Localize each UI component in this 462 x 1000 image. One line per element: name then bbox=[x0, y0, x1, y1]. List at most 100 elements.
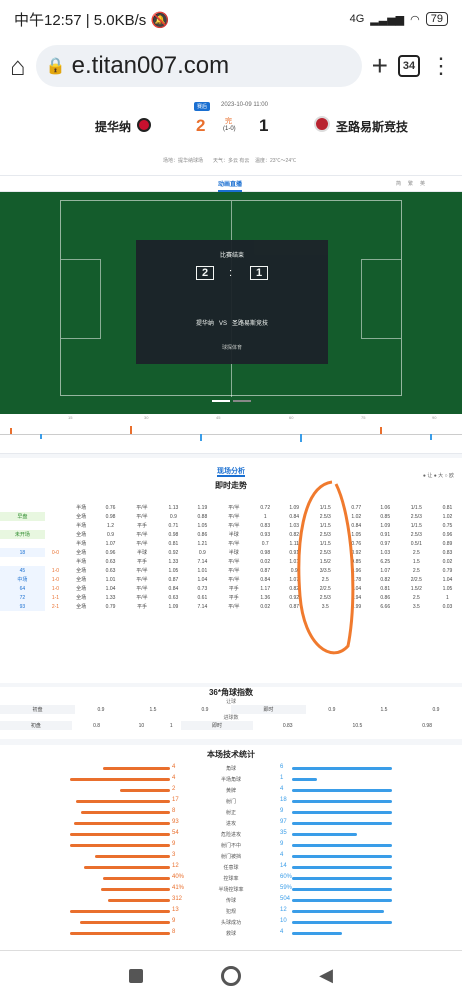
trend-cell bbox=[45, 539, 67, 548]
trend-row: 93 2-1 全场 0.79 平手 1.09 7.14 平/半 0.02 0.87 3.5 0.99 6… bbox=[0, 602, 462, 611]
corner-cell: 0.9 bbox=[97, 706, 105, 713]
event-timeline: 15 30 45 60 75 90 bbox=[0, 414, 462, 454]
trend-cell: 半场 bbox=[76, 523, 87, 529]
trend-cell bbox=[45, 530, 67, 539]
trend-row: 半场 0.76 平/半 1.13 1.19 平/半 0.72 1.09 1/1.5 0.77 1.0… bbox=[0, 503, 462, 512]
corner-title: 36*角球指数 bbox=[208, 688, 253, 697]
stat-name: 射门 bbox=[225, 799, 236, 805]
trend-cell: 93 bbox=[0, 602, 45, 611]
overlay-teams: 提华纳 VS 圣路易斯竞技 bbox=[195, 321, 269, 327]
trend-cell: 0.88 bbox=[197, 513, 208, 520]
trend-cell: 中场 bbox=[0, 575, 45, 584]
tick-90: 90 bbox=[432, 415, 437, 420]
lang-simplified[interactable]: 简 bbox=[396, 180, 401, 187]
trend-cell: 1-0 bbox=[51, 576, 60, 583]
trend-cell: 1.03 bbox=[380, 549, 391, 556]
away-stat-value: 4 bbox=[280, 929, 284, 935]
trend-cell: 平手 bbox=[136, 523, 147, 529]
trend-cell: 0.7 bbox=[261, 540, 269, 547]
trend-cell: 0.02 bbox=[442, 558, 453, 565]
attack-bar bbox=[40, 434, 42, 439]
away-stat-bar bbox=[292, 844, 392, 847]
overlay-away-score: 1 bbox=[250, 266, 268, 280]
trend-cell: 0.96 bbox=[105, 549, 116, 556]
tab-switcher-button[interactable]: 34 bbox=[398, 55, 420, 77]
trend-cell: 0.85 bbox=[380, 513, 391, 520]
corner-cell: 1.5 bbox=[380, 706, 388, 713]
stat-name: 头球成功 bbox=[220, 920, 241, 926]
trend-cell: 0.93 bbox=[260, 531, 271, 538]
slide-dot-active[interactable] bbox=[212, 400, 230, 402]
slide-dot[interactable] bbox=[233, 400, 251, 402]
lang-english[interactable]: 英 bbox=[420, 180, 425, 187]
match-datetime: 2023-10-09 11:00 bbox=[221, 102, 268, 108]
lang-traditional[interactable]: 繁 bbox=[408, 180, 413, 187]
tab-live-analysis[interactable]: 现场分析 bbox=[217, 468, 245, 477]
new-tab-icon[interactable]: + bbox=[372, 50, 388, 82]
away-team[interactable]: 圣路易斯竞技 bbox=[336, 118, 408, 135]
trend-cell: 1.2 bbox=[107, 522, 114, 529]
trend-cell: 平/半 bbox=[228, 559, 240, 565]
trend-table: 半场 0.76 平/半 1.13 1.19 平/半 0.72 1.09 1/1.5 0.77 1.0… bbox=[0, 503, 462, 611]
stat-row: 41% 半场控球率 59% bbox=[0, 885, 462, 896]
match-header: 赛后 2023-10-09 11:00 提华纳 2 完 (1-0) 1 圣路易斯… bbox=[0, 94, 462, 176]
tick-15: 15 bbox=[68, 415, 73, 420]
trend-cell: 1.01 bbox=[105, 576, 116, 583]
trend-cell: 1.13 bbox=[168, 504, 179, 511]
trend-cell: 0.83 bbox=[260, 522, 271, 529]
home-nav-icon[interactable] bbox=[221, 965, 242, 986]
trend-cell: 1.5/2 bbox=[410, 585, 422, 592]
home-icon[interactable]: ⌂ bbox=[10, 51, 26, 82]
trend-cell: 72 bbox=[0, 593, 45, 602]
trend-cell: 0.86 bbox=[380, 594, 391, 601]
trend-cell: 全场 bbox=[76, 595, 87, 601]
home-score: 2 bbox=[196, 116, 206, 135]
away-stat-value: 10 bbox=[280, 918, 287, 924]
overlay-home-score: 2 bbox=[196, 266, 214, 280]
trend-legend[interactable]: ● 让 ● 大 ○ 欧 bbox=[423, 472, 454, 479]
trend-cell: 0.03 bbox=[442, 603, 453, 610]
trend-cell: 1-0 bbox=[51, 567, 60, 574]
trend-cell: 0.02 bbox=[260, 603, 271, 610]
away-stat-bar bbox=[292, 899, 392, 902]
overlay-separator: : bbox=[229, 267, 233, 279]
away-stat-bar bbox=[292, 767, 392, 770]
stat-row: 93 进攻 97 bbox=[0, 819, 462, 830]
trend-cell: 1/1.5 bbox=[410, 504, 422, 511]
match-status: 完 bbox=[225, 118, 232, 125]
trend-cell bbox=[0, 521, 45, 530]
menu-icon[interactable]: ⋮ bbox=[430, 53, 452, 79]
trend-title: 即时走势 bbox=[215, 481, 247, 490]
trend-cell: 平/半 bbox=[228, 604, 240, 610]
stat-name: 进攻 bbox=[225, 821, 236, 827]
away-stat-bar bbox=[292, 800, 392, 803]
recents-icon[interactable] bbox=[129, 968, 144, 983]
stat-name: 任意球 bbox=[223, 865, 239, 871]
stats-title: 本场技术统计 bbox=[207, 750, 255, 759]
corner-cell: 0.83 bbox=[282, 722, 293, 729]
trend-cell: 1.33 bbox=[168, 558, 179, 565]
weather: 天气：多云 有云 bbox=[213, 158, 250, 164]
trend-cell: 平/半 bbox=[136, 514, 148, 520]
away-stat-bar bbox=[292, 888, 392, 891]
back-icon[interactable]: ◀ bbox=[319, 965, 333, 986]
trend-cell: 3.5 bbox=[412, 603, 420, 610]
trend-cell: 半球 bbox=[136, 550, 147, 556]
trend-cell: 平/半 bbox=[136, 532, 148, 538]
away-stat-value: 6 bbox=[280, 764, 284, 770]
trend-cell bbox=[45, 557, 67, 566]
trend-cell: 0-0 bbox=[51, 549, 60, 556]
trend-cell: 1/1.5 bbox=[410, 522, 422, 529]
url-field[interactable]: 🔒 e.titan007.com bbox=[35, 45, 362, 87]
stat-name: 射门被挡 bbox=[220, 854, 241, 860]
trend-cell: 全场 bbox=[76, 586, 87, 592]
trend-cell: 0.86 bbox=[197, 531, 208, 538]
trend-cell bbox=[0, 503, 45, 512]
trend-cell: 0.9 bbox=[169, 513, 177, 520]
status-right: 4G ▂▃▅▆ ◠ 79 bbox=[350, 12, 448, 26]
trend-cell: 0.81 bbox=[168, 540, 179, 547]
home-team[interactable]: 提华纳 bbox=[95, 118, 131, 135]
trend-cell: 0.9 bbox=[198, 549, 206, 556]
attack-bar bbox=[430, 434, 432, 440]
tab-animation-live[interactable]: 动画直播 bbox=[218, 179, 243, 192]
